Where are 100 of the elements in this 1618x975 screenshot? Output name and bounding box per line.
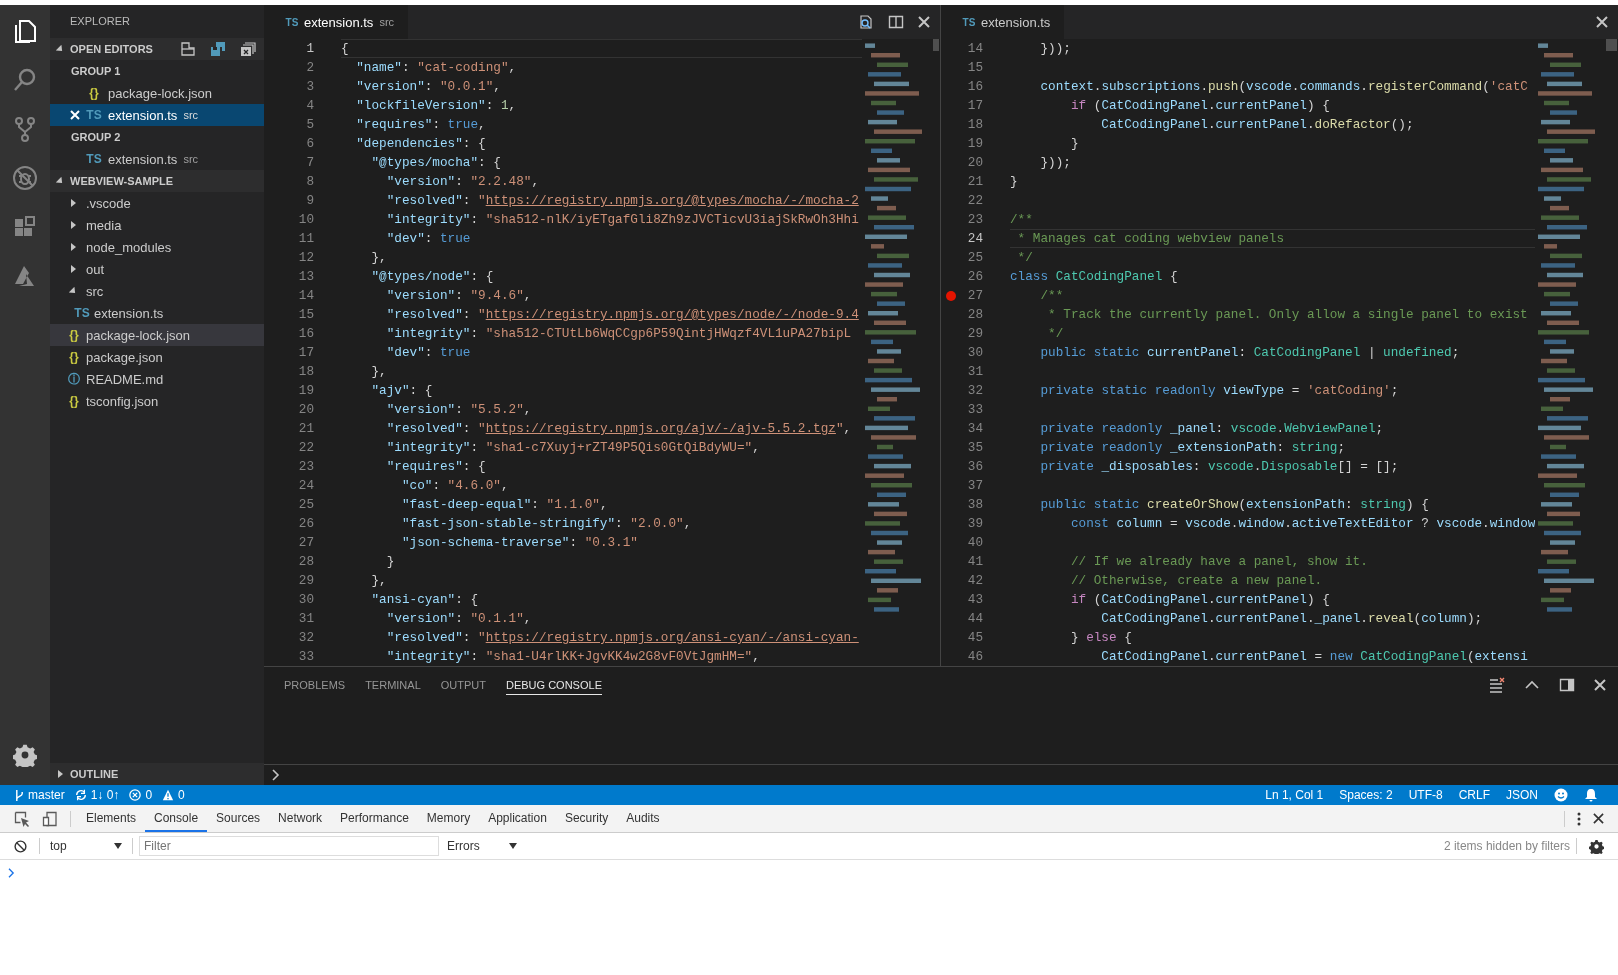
tree-item[interactable]: src: [50, 280, 264, 302]
line-number: 12: [297, 250, 314, 265]
bug-icon[interactable]: [11, 164, 39, 192]
line-number: 5: [305, 117, 314, 132]
section-title[interactable]: OPEN EDITORS: [70, 43, 153, 55]
code-line: "resolved": "https://registry.npmjs.org/@types/node/-/node-9.4: [385, 307, 859, 322]
line-number: 15: [297, 307, 314, 322]
console-prompt-icon[interactable]: [8, 868, 15, 878]
close-all-icon[interactable]: [240, 41, 256, 57]
line-number: 32: [297, 630, 314, 645]
code-line: }: [1069, 136, 1079, 151]
code-line: private static readonly viewType = 'catCoding';: [1039, 383, 1399, 398]
panel-layout-icon[interactable]: [1559, 677, 1575, 693]
tree-item[interactable]: media: [50, 214, 264, 236]
line-number: 28: [297, 554, 314, 569]
status-item[interactable]: 1↓ 0↑: [69, 785, 125, 805]
save-all-icon[interactable]: [210, 41, 226, 57]
tree-item[interactable]: TS extension.ts: [50, 302, 264, 324]
status-item[interactable]: UTF-8: [1400, 785, 1451, 805]
status-item[interactable]: 0: [124, 785, 158, 805]
open-editor-item[interactable]: TS extension.ts src: [50, 104, 264, 126]
code-line: },: [370, 573, 387, 588]
filter-field[interactable]: Filter: [139, 836, 439, 856]
devtools-tab[interactable]: Console: [145, 805, 208, 832]
code-line: "version": "0.1.1",: [385, 611, 532, 626]
devtools-tab[interactable]: Application: [479, 805, 556, 832]
line-number: 38: [966, 497, 983, 512]
open-changes-icon[interactable]: [858, 14, 874, 30]
line-number: 27: [297, 535, 314, 550]
open-editor-item[interactable]: TS extension.ts src: [50, 148, 264, 170]
code-line: CatCodingPanel.currentPanel.doRefactor();: [1100, 117, 1414, 132]
caret-icon[interactable]: [69, 265, 77, 273]
tree-item[interactable]: {} package-lock.json: [50, 324, 264, 346]
line-number: 33: [297, 649, 314, 664]
line-number: 25: [297, 497, 314, 512]
status-item[interactable]: CRLF: [1450, 785, 1498, 805]
caret-icon[interactable]: [69, 221, 77, 229]
status-item[interactable]: JSON: [1498, 785, 1546, 805]
tree-item[interactable]: out: [50, 258, 264, 280]
clear-icon[interactable]: [14, 839, 27, 853]
tree-item[interactable]: ⓘ README.md: [50, 368, 264, 390]
code-line: "requires": {: [385, 459, 486, 474]
bell-icon[interactable]: [1584, 788, 1598, 802]
line-number: 26: [966, 269, 983, 284]
status-item[interactable]: master: [10, 785, 70, 805]
line-number: 32: [966, 383, 983, 398]
inspect-icon[interactable]: [14, 810, 30, 827]
devtools-tab[interactable]: Memory: [417, 805, 480, 832]
code-line: CatCodingPanel.currentPanel._panel.reveal(column);: [1100, 611, 1483, 626]
status-item[interactable]: Ln 1, Col 1: [1257, 785, 1332, 805]
status-item[interactable]: Spaces: 2: [1331, 785, 1401, 805]
panel-tab[interactable]: PROBLEMS: [284, 675, 346, 695]
open-editor-item[interactable]: {} package-lock.json: [50, 82, 264, 104]
caret-icon[interactable]: [56, 770, 64, 778]
scrollbar-thumb[interactable]: [1606, 39, 1617, 51]
line-number: 21: [966, 174, 983, 189]
code-line: "@types/node": {: [370, 269, 494, 284]
panel-tab[interactable]: TERMINAL: [365, 675, 421, 695]
tree-item[interactable]: .vscode: [50, 192, 264, 214]
section-title[interactable]: OUTLINE: [70, 768, 119, 780]
dropdown-arrow-icon: [509, 843, 517, 849]
status-item[interactable]: 0: [157, 785, 190, 805]
context-select[interactable]: top: [46, 835, 126, 857]
clear-console-icon[interactable]: [1489, 677, 1505, 693]
split-editor-icon[interactable]: [888, 14, 904, 30]
settings-icon[interactable]: [1589, 838, 1604, 854]
more-icon[interactable]: [1577, 811, 1581, 826]
tree-item[interactable]: {} package.json: [50, 346, 264, 368]
editor-tab[interactable]: TS extension.ts: [941, 5, 1065, 39]
editor-tab[interactable]: TS extension.ts src: [264, 5, 409, 39]
tree-item[interactable]: {} tsconfig.json: [50, 390, 264, 412]
code-line: const column = vscode.window.activeTextEditor ? vscode.window: [1069, 516, 1535, 531]
line-number: 30: [297, 592, 314, 607]
code-line: if (CatCodingPanel.currentPanel) {: [1069, 98, 1330, 113]
device-icon[interactable]: [42, 810, 58, 827]
settings-icon[interactable]: [13, 743, 37, 767]
new-file-icon[interactable]: [180, 41, 196, 57]
devtools-tab[interactable]: Security: [555, 805, 618, 832]
caret-icon[interactable]: [69, 243, 77, 251]
code-line: if (CatCodingPanel.currentPanel) {: [1069, 592, 1330, 607]
line-number: 22: [297, 440, 314, 455]
panel-tab[interactable]: DEBUG CONSOLE: [506, 675, 602, 695]
smiley-icon[interactable]: [1554, 788, 1568, 802]
devtools-tab[interactable]: Network: [269, 805, 332, 832]
close-icon[interactable]: [1593, 813, 1604, 824]
devtools-tab[interactable]: Sources: [207, 805, 270, 832]
group-title: GROUP 2: [71, 131, 121, 143]
section-title[interactable]: WEBVIEW-SAMPLE: [70, 175, 174, 187]
devtools-tab[interactable]: Performance: [331, 805, 418, 832]
level-select[interactable]: Errors: [443, 835, 521, 857]
breakpoint-icon[interactable]: [946, 290, 956, 301]
dropdown-arrow-icon: [114, 843, 122, 849]
tree-item[interactable]: node_modules: [50, 236, 264, 258]
scrollbar-thumb[interactable]: [933, 39, 939, 51]
code-line: context.subscriptions.push(vscode.commands.registerCommand('catC: [1039, 79, 1528, 94]
panel-tab[interactable]: OUTPUT: [440, 675, 486, 695]
devtools-tab[interactable]: Elements: [77, 805, 146, 832]
devtools-tab[interactable]: Audits: [617, 805, 669, 832]
line-number: 33: [966, 402, 983, 417]
caret-icon[interactable]: [69, 199, 77, 207]
